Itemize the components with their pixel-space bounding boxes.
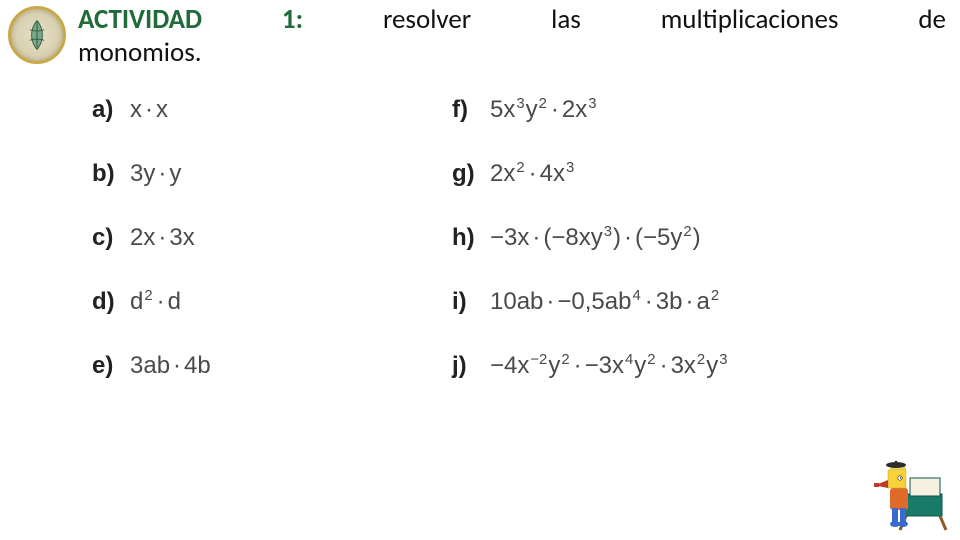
problems-block: a) x·x b) 3y·y c) 2x·3x d) d2·d e) 3ab·4… <box>92 96 920 500</box>
problem-label: j) <box>452 352 480 380</box>
problem-label: g) <box>452 160 480 188</box>
problem-d: d) d2·d <box>92 288 211 316</box>
school-crest-icon <box>8 6 66 64</box>
problem-expr: 3y·y <box>130 160 181 188</box>
problem-e: e) 3ab·4b <box>92 352 211 380</box>
problem-label: e) <box>92 352 120 380</box>
problem-label: h) <box>452 224 480 252</box>
problem-f: f) 5x3y2·2x3 <box>452 96 728 124</box>
problem-label: d) <box>92 288 120 316</box>
problem-g: g) 2x2·4x3 <box>452 160 728 188</box>
problem-expr: −4x−2y2·−3x4y2·3x2y3 <box>490 352 728 380</box>
problems-col-left: a) x·x b) 3y·y c) 2x·3x d) d2·d e) 3ab·4… <box>92 96 211 380</box>
problem-label: f) <box>452 96 480 124</box>
problem-expr: 5x3y2·2x3 <box>490 96 598 124</box>
problems-col-right: f) 5x3y2·2x3 g) 2x2·4x3 h) −3x·(−8xy3)·(… <box>452 96 728 380</box>
problem-j: j) −4x−2y2·−3x4y2·3x2y3 <box>452 352 728 380</box>
problem-expr: −3x·(−8xy3)·(−5y2) <box>490 224 701 252</box>
problem-expr: 3ab·4b <box>130 352 211 380</box>
activity-title: ACTIVIDAD 1: resolver las multiplicacion… <box>78 4 946 35</box>
bart-director-icon <box>870 448 948 532</box>
problem-label: i) <box>452 288 480 316</box>
problem-expr: 10ab·−0,5ab4·3b·a2 <box>490 288 720 316</box>
problem-c: c) 2x·3x <box>92 224 211 252</box>
problem-b: b) 3y·y <box>92 160 211 188</box>
problem-i: i) 10ab·−0,5ab4·3b·a2 <box>452 288 728 316</box>
problem-label: c) <box>92 224 120 252</box>
problem-expr: d2·d <box>130 288 181 316</box>
activity-title-rest: resolver las multiplicaciones de <box>383 3 946 36</box>
problem-h: h) −3x·(−8xy3)·(−5y2) <box>452 224 728 252</box>
problem-a: a) x·x <box>92 96 211 124</box>
problem-expr: x·x <box>130 96 168 124</box>
problem-expr: 2x·3x <box>130 224 195 252</box>
problem-label: a) <box>92 96 120 124</box>
problem-label: b) <box>92 160 120 188</box>
activity-title-line2: monomios. <box>78 36 202 69</box>
problem-expr: 2x2·4x3 <box>490 160 575 188</box>
activity-title-highlight: ACTIVIDAD 1: <box>78 3 303 36</box>
